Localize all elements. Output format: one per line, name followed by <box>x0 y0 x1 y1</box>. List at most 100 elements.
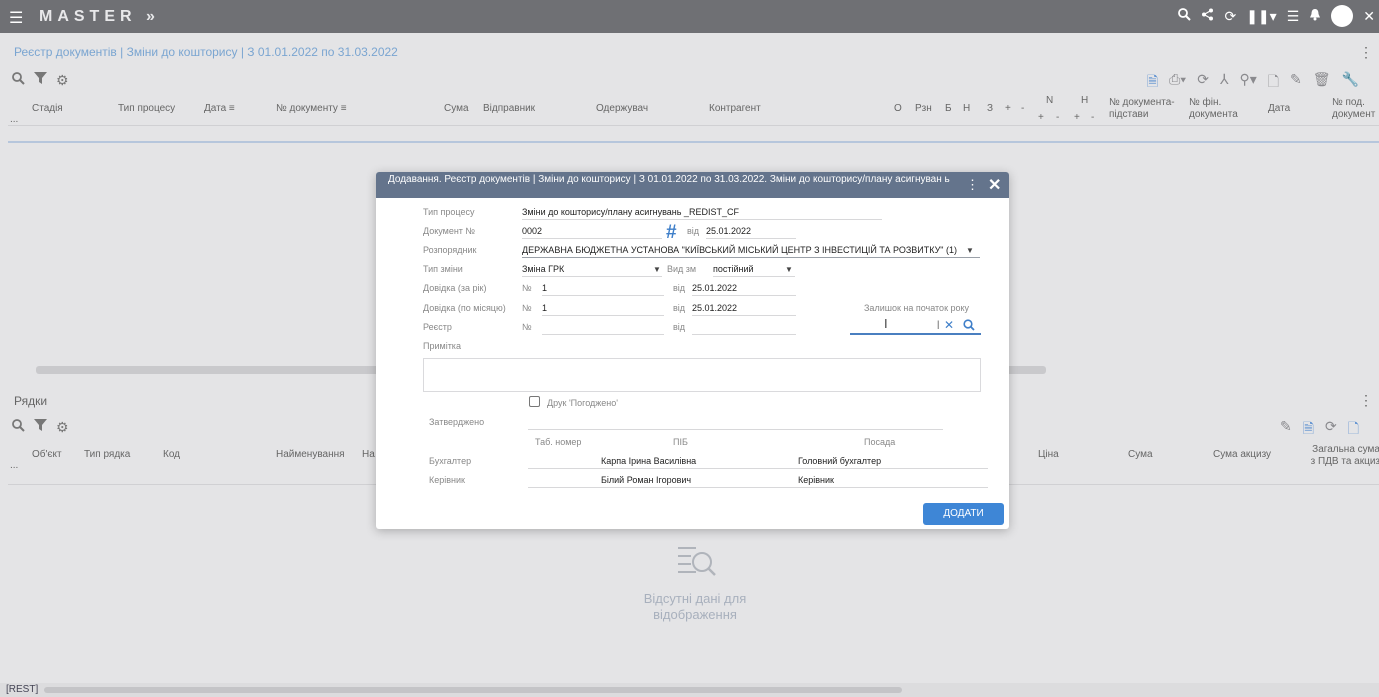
close-icon[interactable]: ✕ <box>1363 8 1375 25</box>
search-icon[interactable] <box>1178 8 1192 24</box>
registry-number-field[interactable] <box>542 334 664 335</box>
gear-icon[interactable]: ⚙ <box>56 419 69 436</box>
note-textarea[interactable] <box>423 358 981 392</box>
row-menu-ellipsis[interactable]: ... <box>10 114 18 126</box>
col-receiver[interactable]: Одержувач <box>596 103 648 115</box>
col-sub-doc-number[interactable]: № под. документ <box>1332 97 1379 121</box>
balance-field[interactable] <box>850 333 981 335</box>
dialog-close-icon[interactable]: ✕ <box>988 175 1001 195</box>
ref-month-date-field[interactable]: 25.01.2022 <box>692 303 737 313</box>
col-contractor[interactable]: Контрагент <box>709 103 761 115</box>
head-name-field[interactable]: Білий Роман Ігорович <box>601 475 691 485</box>
refresh-icon[interactable]: ⟳ <box>1325 418 1337 442</box>
col-name[interactable]: Найменування <box>276 449 345 461</box>
lines-more-icon[interactable]: ⋮ <box>1359 392 1373 409</box>
change-type-select[interactable]: Зміна ГРК <box>522 264 564 274</box>
balance-search-icon[interactable] <box>963 319 975 333</box>
ref-month-date-label: від <box>673 303 686 313</box>
col-n-group[interactable]: N <box>1046 95 1053 107</box>
filter-icon[interactable] <box>34 419 47 436</box>
document-icon[interactable]: 🗎 <box>1303 418 1314 442</box>
col-o[interactable]: О <box>894 103 902 115</box>
col-date-2[interactable]: Дата <box>1268 103 1290 115</box>
doc-date-field[interactable]: 25.01.2022 <box>706 226 751 236</box>
col-fin-doc-number[interactable]: № фін. документа <box>1189 97 1245 121</box>
page-more-icon[interactable]: ⋮ <box>1359 44 1373 61</box>
col-excise-sum[interactable]: Сума акцизу <box>1213 449 1271 461</box>
col-sum[interactable]: Сума <box>444 103 469 115</box>
status-rest-label: [REST] <box>6 684 39 695</box>
accountant-name-field[interactable]: Карпа Ірина Василівна <box>601 456 696 466</box>
accountant-position-field[interactable]: Головний бухгалтер <box>798 456 881 466</box>
ref-month-date-underline <box>692 315 796 316</box>
share-icon[interactable] <box>1201 8 1214 24</box>
col-total-sum[interactable]: Загальна сума з ПДВ та акциз <box>1306 444 1379 468</box>
col-minus[interactable]: - <box>1021 103 1024 115</box>
change-type-label: Тип зміни <box>423 264 463 274</box>
search-icon[interactable] <box>12 72 25 89</box>
auto-number-icon[interactable]: # <box>666 222 677 244</box>
col-b[interactable]: Б <box>945 103 952 115</box>
col-row-type[interactable]: Тип рядка <box>84 449 130 461</box>
col-n-minus[interactable]: - <box>1056 112 1059 124</box>
pause-icon[interactable]: ❚❚▾ <box>1246 8 1277 25</box>
refresh-icon[interactable]: ⟳ <box>1224 8 1236 25</box>
col-n[interactable]: Н <box>963 103 970 115</box>
manager-dropdown-icon[interactable]: ▼ <box>966 246 974 255</box>
col-rzn[interactable]: Рзн <box>915 103 932 115</box>
col-na[interactable]: На <box>362 449 375 461</box>
change-kind-select[interactable]: постійний <box>713 264 754 274</box>
change-kind-dropdown-icon[interactable]: ▼ <box>785 265 793 274</box>
add-button[interactable]: ДОДАТИ <box>923 503 1004 525</box>
gear-icon[interactable]: ⚙ <box>56 72 69 89</box>
manager-select[interactable]: ДЕРЖАВНА БЮДЖЕТНА УСТАНОВА "КИЇВСЬКИЙ МІ… <box>522 245 957 255</box>
col-date[interactable]: Дата ≡ <box>204 103 235 115</box>
ref-year-number-field[interactable]: 1 <box>542 283 547 293</box>
col-price[interactable]: Ціна <box>1038 449 1059 461</box>
dialog-more-icon[interactable]: ⋮ <box>966 177 979 193</box>
lines-toolbar-right: ✎ 🗎 ⟳ 🗋 <box>1280 418 1359 442</box>
col-process-type[interactable]: Тип процесу <box>118 103 175 115</box>
col-sender[interactable]: Відправник <box>483 103 535 115</box>
avatar[interactable] <box>1331 5 1354 27</box>
ref-month-number-field[interactable]: 1 <box>542 303 547 313</box>
doc-number-field[interactable]: 0002 <box>522 226 542 236</box>
ref-year-date-underline <box>692 295 796 296</box>
bell-icon[interactable] <box>1309 8 1321 24</box>
upper-grid-header: ... Стадія Тип процесу Дата ≡ № документ… <box>8 92 1379 126</box>
col-h-plus[interactable]: + <box>1074 112 1080 124</box>
col-stage[interactable]: Стадія <box>32 103 63 115</box>
registry-label: Реєстр <box>423 322 452 332</box>
print-agreed-checkbox[interactable] <box>529 396 540 407</box>
search-icon[interactable] <box>12 419 25 436</box>
app-brand[interactable]: MASTER » <box>39 8 160 26</box>
col-n-plus[interactable]: + <box>1038 112 1044 124</box>
process-type-underline <box>522 219 882 220</box>
list-icon[interactable]: ☰ <box>1287 8 1300 25</box>
col-doc-number[interactable]: № документу ≡ <box>276 103 347 115</box>
row-menu-ellipsis[interactable]: ... <box>10 460 18 472</box>
new-document-icon[interactable]: 🗋 <box>1348 418 1359 442</box>
registry-date-field[interactable] <box>692 334 796 335</box>
col-line-sum[interactable]: Сума <box>1128 449 1153 461</box>
dialog-header[interactable]: Додавання. Реєстр документів | Зміни до … <box>376 172 1009 198</box>
col-basis-doc-number[interactable]: № документа-підстави <box>1109 97 1181 121</box>
col-code[interactable]: Код <box>163 449 180 461</box>
head-position-field[interactable]: Керівник <box>798 475 834 485</box>
col-h-minus[interactable]: - <box>1091 112 1094 124</box>
col-object[interactable]: Об'єкт <box>32 449 62 461</box>
hamburger-menu-icon[interactable]: ☰ <box>9 8 23 28</box>
bottom-horizontal-scrollbar[interactable] <box>44 687 902 693</box>
col-plus[interactable]: + <box>1005 103 1011 115</box>
col-h-group[interactable]: Н <box>1081 95 1088 107</box>
doc-number-underline <box>522 238 662 239</box>
col-z[interactable]: З <box>987 103 993 115</box>
ref-year-date-field[interactable]: 25.01.2022 <box>692 283 737 293</box>
doc-date-label: від <box>687 226 700 236</box>
filter-icon[interactable] <box>34 72 47 89</box>
approved-label: Затверджено <box>429 417 485 427</box>
clear-icon[interactable]: ✕ <box>944 318 954 332</box>
change-type-dropdown-icon[interactable]: ▼ <box>653 265 661 274</box>
empty-data-icon <box>678 547 716 576</box>
edit-icon[interactable]: ✎ <box>1280 418 1292 442</box>
